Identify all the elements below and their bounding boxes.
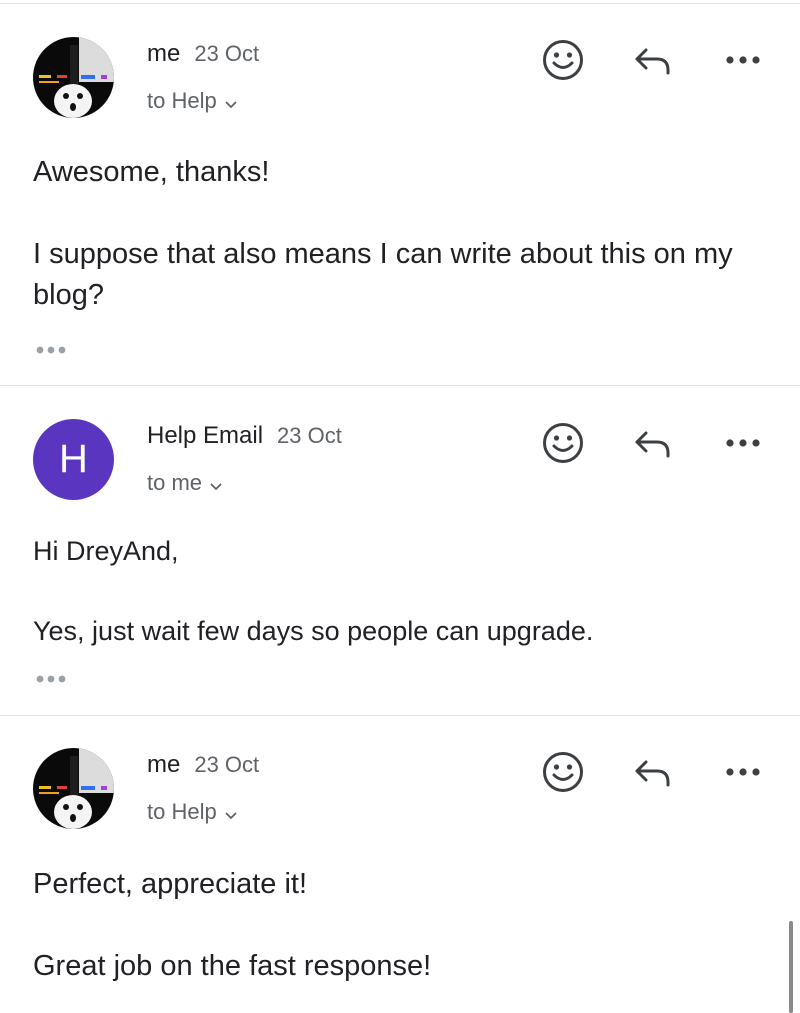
sender-name[interactable]: me bbox=[147, 751, 180, 778]
scrollbar[interactable] bbox=[789, 921, 793, 1013]
message-body: Hi DreyAnd, Yes, just wait few days so p… bbox=[33, 536, 594, 646]
sender-line: me 23 Oct bbox=[147, 40, 259, 68]
message-2[interactable]: H Help Email 23 Oct to me Hi DreyAnd, Yes… bbox=[0, 386, 800, 715]
sender-name[interactable]: me bbox=[147, 40, 180, 67]
sender-line: Help Email 23 Oct bbox=[147, 422, 342, 450]
chevron-down-icon bbox=[210, 471, 222, 497]
smiley-icon[interactable] bbox=[541, 421, 585, 465]
avatar-letter: H bbox=[59, 437, 88, 481]
email-thread: me 23 Oct to Help Awesome, thanks! I supp… bbox=[0, 0, 800, 1013]
trimmed-content-icon[interactable] bbox=[33, 672, 73, 686]
recipient-label: to Help bbox=[147, 88, 217, 113]
recipient-toggle[interactable]: to Help bbox=[147, 799, 237, 826]
recipient-toggle[interactable]: to me bbox=[147, 470, 222, 497]
recipient-toggle[interactable]: to Help bbox=[147, 88, 237, 115]
smiley-icon[interactable] bbox=[541, 38, 585, 82]
reply-arrow-icon[interactable] bbox=[632, 38, 676, 82]
recipient-label: to Help bbox=[147, 799, 217, 824]
trimmed-content-icon[interactable] bbox=[33, 343, 73, 357]
reply-arrow-icon[interactable] bbox=[632, 750, 676, 794]
avatar[interactable] bbox=[33, 37, 114, 118]
message-1[interactable]: me 23 Oct to Help Awesome, thanks! I supp… bbox=[0, 0, 800, 385]
reply-arrow-icon[interactable] bbox=[632, 421, 676, 465]
smiley-icon[interactable] bbox=[541, 750, 585, 794]
message-date: 23 Oct bbox=[277, 423, 342, 448]
avatar[interactable] bbox=[33, 748, 114, 829]
message-body: Perfect, appreciate it! Great job on the… bbox=[33, 868, 432, 982]
message-body: Awesome, thanks! I suppose that also mea… bbox=[33, 156, 733, 311]
chevron-down-icon bbox=[225, 89, 237, 115]
message-date: 23 Oct bbox=[194, 752, 260, 777]
chevron-down-icon bbox=[225, 800, 237, 826]
more-dots-icon[interactable] bbox=[721, 750, 765, 794]
sender-name[interactable]: Help Email bbox=[147, 422, 263, 449]
more-dots-icon[interactable] bbox=[721, 421, 765, 465]
message-date: 23 Oct bbox=[194, 41, 260, 66]
message-3[interactable]: me 23 Oct to Help Perfect, appreciate it!… bbox=[0, 716, 800, 1013]
recipient-label: to me bbox=[147, 470, 203, 495]
avatar[interactable]: H bbox=[33, 419, 114, 500]
sender-line: me 23 Oct bbox=[147, 751, 259, 779]
more-dots-icon[interactable] bbox=[721, 38, 765, 82]
